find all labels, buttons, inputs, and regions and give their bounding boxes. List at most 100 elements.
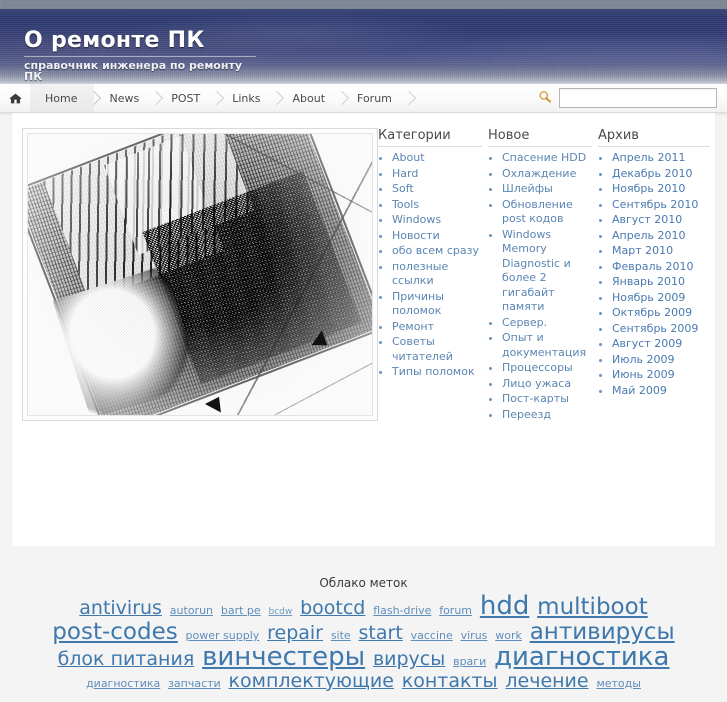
post-link[interactable]: Windows Memory Diagnostic и более 2 гига… [502,228,571,314]
tag-link[interactable]: вирусы [373,649,445,670]
category-link[interactable]: Soft [392,182,414,195]
post-link[interactable]: Спасение HDD [502,151,586,164]
archive-link[interactable]: Ноябрь 2009 [612,291,685,304]
list-item[interactable]: Март 2010 [612,244,710,259]
list-item[interactable]: Спасение HDD [502,151,592,166]
tag-link[interactable]: диагностика [494,644,669,672]
list-item[interactable]: Процессоры [502,361,592,376]
tag-link[interactable]: virus [461,630,488,642]
list-item[interactable]: Windows [392,213,482,228]
post-link[interactable]: Переезд [502,408,551,421]
list-item[interactable]: Сервер. [502,316,592,331]
tag-link[interactable]: винчестеры [202,644,365,672]
tag-link[interactable]: flash-drive [373,605,431,617]
list-item[interactable]: Советы читателей [392,335,482,364]
nav-item-about[interactable]: About [277,84,342,112]
category-link[interactable]: Ремонт [392,320,434,333]
list-item[interactable]: Октябрь 2009 [612,306,710,321]
category-link[interactable]: Новости [392,229,440,242]
list-item[interactable]: Июль 2009 [612,353,710,368]
tag-link[interactable]: antivirus [79,598,162,619]
post-link[interactable]: Обновление post кодов [502,198,573,226]
archive-link[interactable]: Ноябрь 2010 [612,182,685,195]
tag-link[interactable]: враги [453,656,486,668]
archive-link[interactable]: Сентябрь 2009 [612,322,698,335]
tag-link[interactable]: блок питания [58,649,195,670]
list-item[interactable]: Hard [392,167,482,182]
list-item[interactable]: Август 2009 [612,337,710,352]
tag-link[interactable]: bootcd [300,598,365,619]
category-link[interactable]: Tools [392,198,419,211]
list-item[interactable]: Апрель 2010 [612,229,710,244]
search-input[interactable] [559,88,717,108]
post-link[interactable]: Лицо ужаса [502,377,571,390]
list-item[interactable]: Пост-карты [502,392,592,407]
archive-link[interactable]: Январь 2010 [612,275,685,288]
category-link[interactable]: обо всем сразу [392,244,479,257]
tag-link[interactable]: repair [267,623,323,644]
list-item[interactable]: Опыт и документация [502,331,592,360]
archive-link[interactable]: Апрель 2010 [612,229,685,242]
list-item[interactable]: Типы поломок [392,365,482,380]
post-link[interactable]: Пост-карты [502,392,569,405]
tag-link[interactable]: запчасти [168,678,221,690]
tag-link[interactable]: комплектующие [229,671,394,692]
category-link[interactable]: Советы читателей [392,335,453,363]
list-item[interactable]: Soft [392,182,482,197]
list-item[interactable]: полезные ссылки [392,260,482,289]
list-item[interactable]: Февраль 2010 [612,260,710,275]
list-item[interactable]: обо всем сразу [392,244,482,259]
tag-link[interactable]: power supply [186,630,260,642]
list-item[interactable]: About [392,151,482,166]
post-link[interactable]: Процессоры [502,361,573,374]
archive-link[interactable]: Июль 2009 [612,353,675,366]
tag-link[interactable]: bart pe [221,605,261,617]
category-link[interactable]: Hard [392,167,418,180]
tag-link[interactable]: forum [439,605,472,617]
list-item[interactable]: Шлейфы [502,182,592,197]
list-item[interactable]: Tools [392,198,482,213]
nav-item-post[interactable]: POST [156,84,217,112]
list-item[interactable]: Ноябрь 2009 [612,291,710,306]
category-link[interactable]: Причины поломок [392,290,444,318]
list-item[interactable]: Обновление post кодов [502,198,592,227]
tag-link[interactable]: hdd [480,592,530,620]
archive-link[interactable]: Май 2009 [612,384,667,397]
list-item[interactable]: Ремонт [392,320,482,335]
nav-item-home[interactable]: Home [30,84,95,112]
tag-link[interactable]: диагностика [86,678,160,690]
category-link[interactable]: Windows [392,213,441,226]
tag-link[interactable]: post-codes [52,620,177,644]
archive-link[interactable]: Февраль 2010 [612,260,693,273]
tag-link[interactable]: антивирусы [530,620,675,644]
tag-link[interactable]: start [359,623,403,644]
tag-link[interactable]: bcdw [269,607,293,617]
tag-link[interactable]: site [331,630,351,642]
nav-item-links[interactable]: Links [217,84,277,112]
list-item[interactable]: Июнь 2009 [612,368,710,383]
post-link[interactable]: Сервер. [502,316,547,329]
list-item[interactable]: Апрель 2011 [612,151,710,166]
archive-link[interactable]: Апрель 2011 [612,151,685,164]
tag-link[interactable]: лечение [505,671,588,692]
nav-item-forum[interactable]: Forum [342,84,409,112]
tag-link[interactable]: vaccine [411,630,453,642]
nav-item-news[interactable]: News [94,84,156,112]
archive-link[interactable]: Июнь 2009 [612,368,675,381]
archive-link[interactable]: Март 2010 [612,244,673,257]
tag-link[interactable]: multiboot [537,595,648,619]
list-item[interactable]: Декабрь 2010 [612,167,710,182]
tag-link[interactable]: методы [596,678,641,690]
list-item[interactable]: Переезд [502,408,592,423]
archive-link[interactable]: Август 2010 [612,213,682,226]
archive-link[interactable]: Декабрь 2010 [612,167,693,180]
list-item[interactable]: Январь 2010 [612,275,710,290]
tag-link[interactable]: контакты [402,671,498,692]
archive-link[interactable]: Август 2009 [612,337,682,350]
post-link[interactable]: Шлейфы [502,182,553,195]
category-link[interactable]: About [392,151,425,164]
list-item[interactable]: Сентябрь 2009 [612,322,710,337]
list-item[interactable]: Охлаждение [502,167,592,182]
search-icon[interactable] [538,90,552,106]
category-link[interactable]: Типы поломок [392,365,475,378]
